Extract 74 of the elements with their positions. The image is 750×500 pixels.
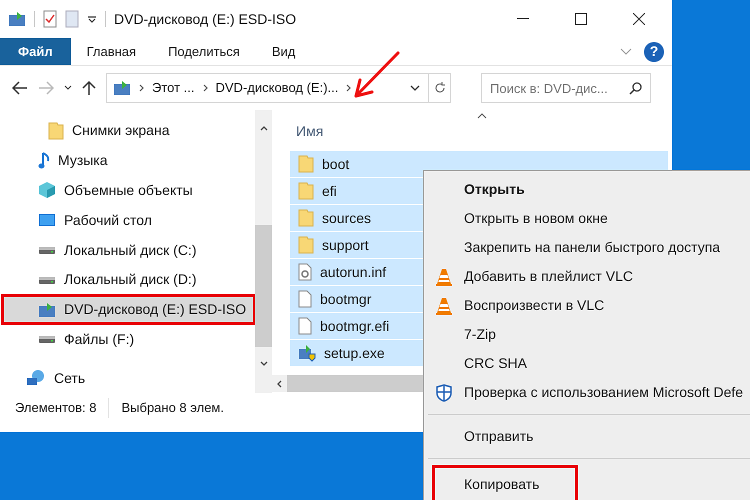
sidebar-item[interactable]: Рабочий стол	[2, 205, 255, 236]
ribbon-tab[interactable]: Поделиться	[152, 38, 256, 65]
cube-icon	[38, 181, 56, 200]
folder-icon	[298, 155, 314, 173]
menu-item[interactable]: Закрепить на панели быстрого доступа	[424, 233, 750, 262]
traffic-cone-icon	[436, 268, 452, 286]
chevron-right-icon	[346, 84, 352, 92]
search-field[interactable]: Поиск в: DVD-дис...	[481, 73, 651, 103]
vertical-scrollbar[interactable]	[255, 110, 272, 393]
ribbon-tab[interactable]: Вид	[256, 38, 312, 65]
shield-icon	[436, 384, 452, 402]
menu-item[interactable]: Воспроизвести в VLC	[424, 291, 750, 320]
sidebar-item[interactable]: Сеть	[2, 363, 255, 394]
refresh-icon	[434, 82, 446, 94]
chevron-down-icon[interactable]	[64, 85, 72, 91]
back-arrow-icon[interactable]	[12, 81, 28, 95]
dvd-drive-icon	[113, 80, 131, 96]
annotation-arrow	[352, 50, 402, 100]
drive-icon	[38, 334, 56, 344]
network-icon	[26, 369, 46, 388]
menu-item[interactable]: Копировать	[433, 466, 577, 500]
scroll-up-icon[interactable]	[260, 126, 268, 131]
ribbon-tab[interactable]: Файл	[0, 38, 71, 65]
menu-item[interactable]: Открыть в новом окне	[424, 204, 750, 233]
monitor-icon	[38, 213, 56, 228]
dvd-drive-icon	[8, 11, 26, 27]
ribbon-tab[interactable]: Главная	[70, 38, 152, 65]
sort-caret-icon	[477, 113, 487, 119]
music-note-icon	[38, 152, 50, 170]
sidebar-item[interactable]: Файлы (F:)	[2, 324, 255, 354]
address-bar[interactable]: Этот ... DVD-дисковод (E:)...	[106, 73, 451, 103]
menu-item[interactable]: Отправить	[424, 422, 750, 451]
menu-item[interactable]: Добавить в плейлист VLC	[424, 262, 750, 291]
breadcrumb[interactable]: Этот ...	[152, 78, 194, 98]
settings-file-icon	[298, 263, 312, 281]
help-button[interactable]: ?	[644, 42, 664, 62]
menu-item[interactable]: Проверка с использованием Microsoft Defe	[424, 378, 750, 407]
folder-icon	[298, 209, 314, 227]
sidebar-item[interactable]: Локальный диск (C:)	[2, 235, 255, 265]
scroll-left-icon[interactable]	[277, 380, 282, 388]
menu-item[interactable]: 7-Zip	[424, 320, 750, 349]
installer-icon	[298, 344, 316, 362]
folder-icon	[298, 182, 314, 200]
sidebar-item[interactable]: Локальный диск (D:)	[2, 264, 255, 295]
file-icon	[298, 290, 312, 308]
sidebar-item[interactable]: Снимки экрана	[2, 116, 255, 146]
traffic-cone-icon	[436, 296, 452, 314]
minimize-icon	[517, 18, 529, 20]
status-text: Элементов: 8	[15, 399, 96, 418]
breadcrumb[interactable]: DVD-дисковод (E:)...	[216, 78, 338, 98]
drive-icon	[38, 245, 56, 256]
search-icon	[629, 82, 642, 95]
folder-icon	[298, 236, 314, 254]
menu-item[interactable]: Открыть	[424, 175, 750, 204]
sidebar-item[interactable]: DVD-дисковод (E:) ESD-ISO	[2, 294, 255, 324]
menu-item[interactable]: CRC SHA	[424, 349, 750, 378]
status-text: Выбрано 8 элем.	[108, 398, 224, 418]
folder-icon	[48, 122, 64, 140]
sidebar-item[interactable]: Объемные объекты	[2, 176, 255, 206]
window-title: DVD-дисковод (E:) ESD-ISO	[114, 10, 296, 29]
up-arrow-icon[interactable]	[82, 80, 96, 96]
maximize-icon	[575, 13, 587, 25]
scroll-down-icon[interactable]	[260, 361, 268, 366]
column-header[interactable]: Имя	[290, 110, 672, 146]
dvd-drive-icon	[38, 302, 56, 318]
file-icon	[298, 317, 312, 335]
chevron-right-icon	[202, 84, 208, 92]
drive-icon	[38, 274, 56, 285]
chevron-down-icon[interactable]	[410, 85, 420, 91]
properties-icon[interactable]	[43, 10, 57, 28]
sidebar-item[interactable]: Музыка	[2, 146, 255, 176]
dropdown-icon[interactable]	[87, 14, 97, 24]
close-icon	[633, 13, 645, 25]
chevron-right-icon	[139, 84, 144, 92]
